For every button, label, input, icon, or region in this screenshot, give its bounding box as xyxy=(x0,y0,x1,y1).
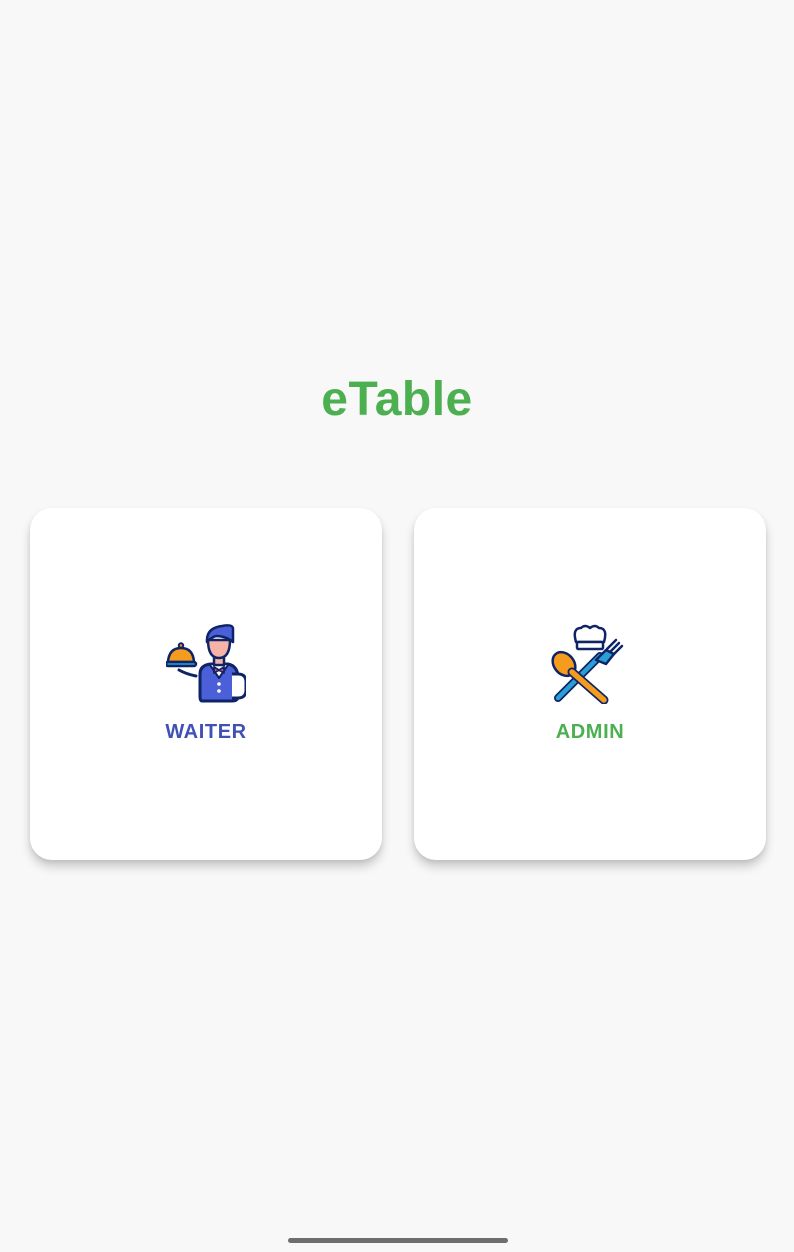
app-title: eTable xyxy=(321,373,473,426)
admin-label: ADMIN xyxy=(555,721,625,743)
waiter-icon xyxy=(166,624,246,704)
waiter-label: WAITER xyxy=(165,721,247,743)
home-indicator[interactable] xyxy=(288,1238,508,1243)
waiter-card[interactable]: WAITER xyxy=(30,508,382,860)
admin-card[interactable]: ADMIN xyxy=(414,508,766,860)
chef-utensils-icon xyxy=(550,624,630,704)
